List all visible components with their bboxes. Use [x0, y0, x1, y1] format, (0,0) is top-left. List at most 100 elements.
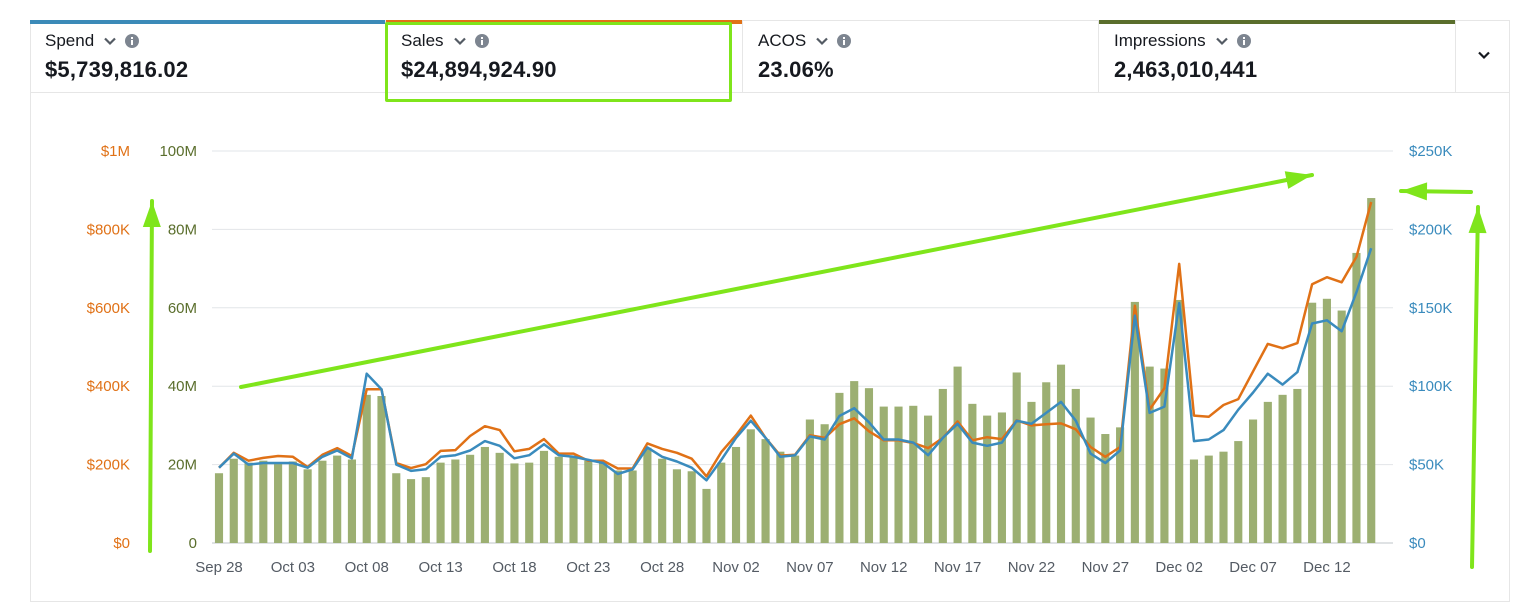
- x-tick-label: Oct 03: [271, 559, 315, 576]
- impressions-bar: [599, 461, 608, 543]
- impressions-bar: [244, 462, 253, 543]
- y-tick-label-left-inner: 40M: [168, 378, 197, 395]
- x-tick-label: Nov 17: [934, 559, 982, 576]
- impressions-bar: [613, 470, 622, 543]
- y-tick-label-right: $150K: [1409, 300, 1452, 317]
- impressions-bar: [968, 403, 977, 543]
- impressions-bar: [495, 452, 504, 543]
- x-tick-label: Nov 12: [860, 559, 908, 576]
- impressions-bar: [362, 394, 371, 543]
- impressions-bar: [776, 451, 785, 543]
- impressions-bar: [658, 458, 667, 543]
- impressions-bar: [864, 388, 874, 543]
- y-tick-label-left-outer: $1M: [101, 143, 130, 160]
- impressions-bar: [214, 473, 224, 543]
- impressions-bar: [436, 462, 445, 543]
- impressions-bar: [1278, 394, 1287, 543]
- impressions-bar: [480, 446, 489, 543]
- impressions-bar: [333, 455, 342, 543]
- y-tick-label-left-outer: $0: [113, 535, 130, 552]
- x-tick-label: Dec 02: [1155, 559, 1203, 576]
- impressions-bar: [879, 406, 888, 543]
- impressions-bar: [1204, 455, 1213, 543]
- impressions-bar: [1071, 388, 1080, 543]
- impressions-bar: [259, 460, 268, 543]
- y-tick-label-right: $200K: [1409, 221, 1452, 238]
- x-tick-label: Nov 02: [712, 559, 760, 576]
- impressions-bar: [643, 447, 652, 543]
- impressions-bar: [983, 415, 992, 543]
- right-axis-arrow: [1470, 205, 1480, 569]
- y-tick-label-right: $100K: [1409, 378, 1452, 395]
- impressions-bar: [554, 456, 563, 543]
- x-tick-label: Dec 07: [1229, 559, 1277, 576]
- impressions-bar: [997, 412, 1006, 543]
- y-tick-label-left-outer: $200K: [87, 457, 130, 474]
- impressions-bar: [288, 461, 297, 543]
- impressions-bar: [1101, 434, 1110, 543]
- spend-line: [218, 247, 1373, 482]
- x-tick-label: Nov 22: [1008, 559, 1056, 576]
- x-tick-label: Sep 28: [195, 559, 243, 576]
- left-axis-arrow-head: [142, 201, 161, 228]
- y-tick-label-left-inner: 80M: [168, 221, 197, 238]
- impressions-bar: [318, 460, 327, 543]
- impressions-bar: [584, 460, 593, 543]
- impressions-bar: [731, 446, 741, 543]
- impressions-bar: [510, 463, 519, 543]
- y-tick-label-left-outer: $600K: [87, 300, 130, 317]
- impressions-bar: [303, 469, 312, 543]
- y-tick-label-left-inner: 20M: [168, 457, 197, 474]
- y-tick-label-left-inner: 100M: [159, 143, 197, 160]
- y-tick-label-left-outer: $400K: [87, 378, 130, 395]
- impressions-bar: [539, 450, 549, 543]
- impressions-bar: [274, 462, 283, 543]
- impressions-bar: [1263, 401, 1272, 543]
- impressions-bar: [628, 470, 637, 543]
- impressions-bar: [1012, 372, 1021, 543]
- impressions-bar: [1189, 459, 1199, 543]
- impressions-bar: [894, 406, 903, 543]
- impressions-bar: [406, 479, 416, 543]
- y-tick-label-left-outer: $800K: [87, 221, 130, 238]
- impressions-bar: [938, 388, 947, 543]
- impressions-bar: [229, 458, 238, 543]
- impressions-bar: [1322, 298, 1331, 543]
- impressions-bar: [347, 459, 357, 543]
- impressions-bar: [1219, 451, 1228, 543]
- x-tick-label: Nov 07: [786, 559, 834, 576]
- impressions-bar: [924, 415, 933, 543]
- impressions-bar: [672, 469, 681, 543]
- performance-chart: $0 0 $0 $200K 20M $50K $400K 40M $100K $600K 60M $1…: [87, 143, 1487, 576]
- impressions-bar: [1056, 364, 1066, 543]
- impressions-bar: [466, 454, 475, 543]
- impressions-bar: [1234, 441, 1243, 543]
- right-axis-arrow-head: [1468, 207, 1487, 234]
- impressions-bar: [421, 477, 430, 543]
- impressions-bar: [820, 424, 829, 543]
- peak-arrow-head: [1401, 182, 1428, 201]
- x-tick-label: Dec 12: [1303, 559, 1351, 576]
- y-tick-label-left-inner: 60M: [168, 300, 197, 317]
- impressions-bar: [687, 471, 696, 543]
- impressions-bar: [791, 455, 800, 543]
- impressions-bar: [1293, 388, 1302, 543]
- impressions-bar: [392, 473, 401, 543]
- impressions-bar: [717, 462, 726, 543]
- impressions-bar: [1337, 310, 1346, 543]
- y-tick-label-right: $50K: [1409, 457, 1444, 474]
- impressions-bar: [1248, 419, 1258, 543]
- impressions-bar: [1086, 417, 1095, 543]
- impressions-bar: [569, 455, 578, 543]
- y-tick-label-right: $0: [1409, 535, 1426, 552]
- x-tick-label: Oct 13: [418, 559, 462, 576]
- x-tick-label: Oct 08: [345, 559, 389, 576]
- x-tick-label: Oct 23: [566, 559, 610, 576]
- impressions-bar: [1308, 302, 1317, 543]
- y-tick-label-right: $250K: [1409, 143, 1452, 160]
- impressions-bar: [761, 439, 770, 543]
- impressions-bar: [1042, 382, 1051, 543]
- trend-arrow: [239, 173, 1314, 389]
- impressions-bar: [850, 381, 859, 543]
- impressions-bar: [746, 429, 755, 543]
